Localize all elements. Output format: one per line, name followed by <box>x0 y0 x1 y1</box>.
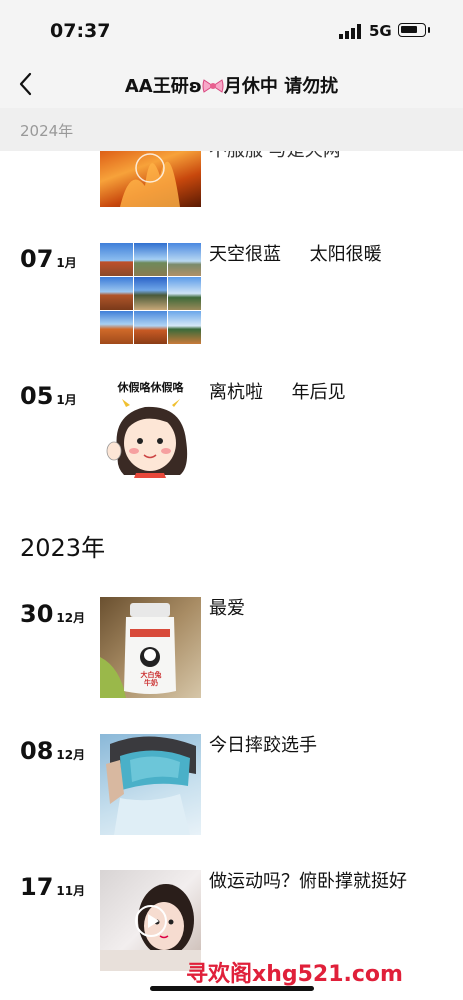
grid-photo[interactable] <box>134 243 167 276</box>
post-day: 07 <box>20 245 54 273</box>
post-date: 17 11月 <box>20 873 85 901</box>
post-date: 30 12月 <box>20 600 85 628</box>
post-text: 天空很蓝 太阳很暖 <box>209 244 382 265</box>
post-sticker[interactable]: 休假咯休假咯 <box>100 377 201 478</box>
grid-photo[interactable] <box>168 311 201 344</box>
grid-photo[interactable] <box>100 277 133 310</box>
post-date: 08 12月 <box>20 737 85 765</box>
post-month: 1月 <box>56 256 77 270</box>
grid-photo[interactable] <box>168 243 201 276</box>
post-text: 离杭啦 年后见 <box>209 382 346 403</box>
post-day: 08 <box>20 737 54 765</box>
post-date: 07 1月 <box>20 245 77 273</box>
signal-icon <box>339 24 361 39</box>
sticky-year-header: 2024年 <box>0 108 463 151</box>
grid-photo[interactable] <box>100 243 133 276</box>
grid-photo[interactable] <box>168 277 201 310</box>
play-icon[interactable] <box>135 905 167 937</box>
title-name: AA王研ʚ <box>124 76 202 97</box>
post-month: 12月 <box>56 748 86 762</box>
battery-icon <box>398 23 426 37</box>
page-title: AA王研ʚ 月休中 请勿扰 <box>0 72 463 98</box>
post-text: 不服服 与是天两 <box>209 151 429 165</box>
post-date: 05 1月 <box>20 382 77 410</box>
post-month: 1月 <box>56 393 77 407</box>
cartoon-girl-image <box>106 399 188 478</box>
sticky-year-label: 2024年 <box>20 122 74 140</box>
fire-image <box>120 153 180 207</box>
title-status: 月休中 请勿扰 <box>223 76 339 97</box>
post-text: 最爱 <box>209 598 245 619</box>
network-label: 5G <box>369 22 392 40</box>
status-bar: 07:37 5G <box>0 0 463 60</box>
battery-cap <box>428 27 430 33</box>
year-heading: 2023年 <box>20 534 106 562</box>
ski-goggles-image <box>106 736 196 835</box>
sticker-caption: 休假咯休假咯 <box>117 381 184 394</box>
clock: 07:37 <box>50 20 111 42</box>
nav-bar: AA王研ʚ 月休中 请勿扰 <box>0 60 463 108</box>
grid-photo[interactable] <box>100 311 133 344</box>
post-month: 12月 <box>56 611 86 625</box>
post-day: 17 <box>20 873 54 901</box>
post-photo-milk[interactable]: 大白兔 牛奶 <box>100 597 201 698</box>
post-month: 11月 <box>56 884 86 898</box>
post-day: 30 <box>20 600 54 628</box>
post-photo-fire[interactable] <box>100 151 201 207</box>
post-text: 做运动吗？俯卧撑就挺好 <box>209 871 407 892</box>
bottle-label: 大白兔 牛奶 <box>140 671 162 687</box>
photo-grid[interactable] <box>100 243 201 344</box>
grid-photo[interactable] <box>134 277 167 310</box>
post-text: 今日摔跤选手 <box>209 735 317 756</box>
post-day: 05 <box>20 382 54 410</box>
watermark: 寻欢阁xhg521.com <box>186 962 403 987</box>
moments-feed[interactable]: 不服服 与是天两 071月 天空很蓝 太阳很暖 051月 休假咯休假咯 <box>0 151 463 1000</box>
home-indicator[interactable] <box>150 986 314 991</box>
grid-photo[interactable] <box>134 311 167 344</box>
bow-icon <box>202 79 224 93</box>
post-photo-goggles[interactable] <box>100 734 201 835</box>
